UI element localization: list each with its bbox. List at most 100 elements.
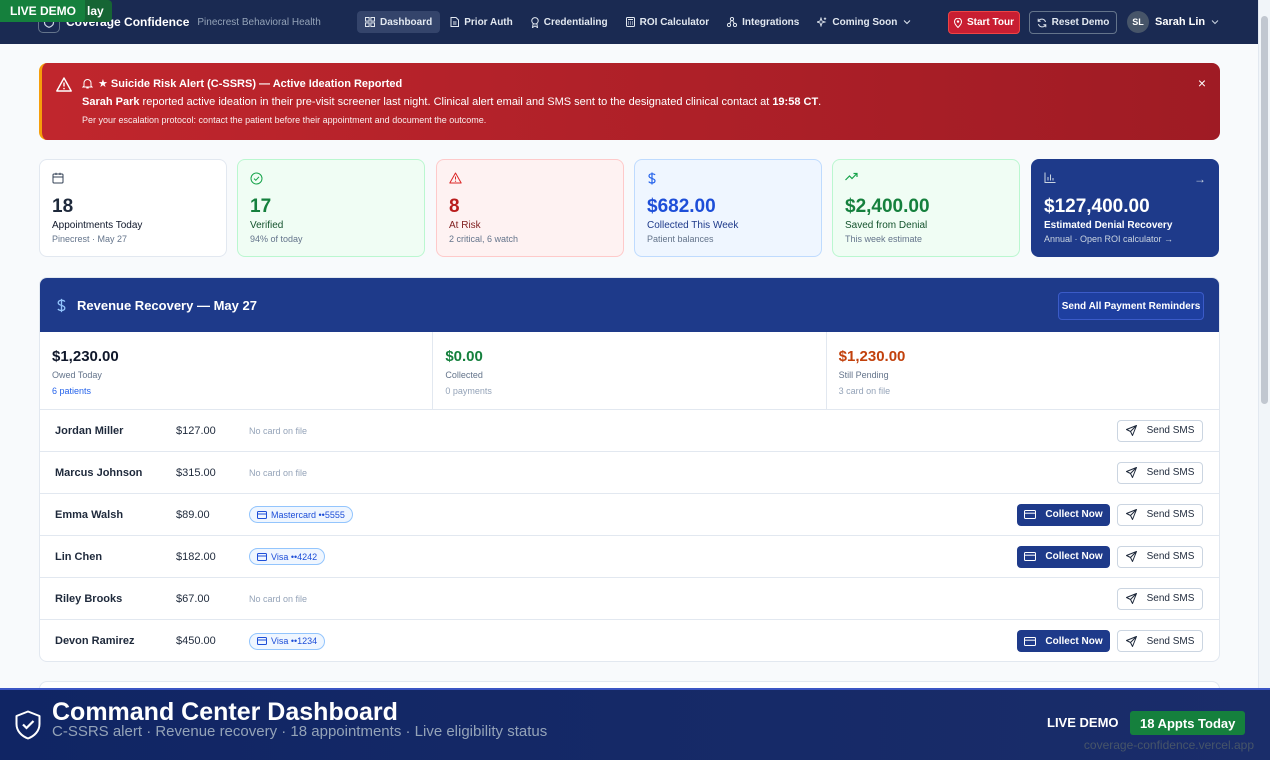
caption-live-label: LIVE DEMO [1047,715,1119,730]
card-label: Mastercard ••5555 [271,509,345,520]
stat-sub: 94% of today [250,234,303,244]
award-icon [531,16,539,28]
stat-label: Collected This Week [647,220,739,231]
stat-label: Verified [250,220,284,231]
send-sms-button[interactable]: Send SMS [1117,587,1203,610]
nav-item-label: Integrations [742,16,800,28]
patient-name: Marcus Johnson [55,466,143,479]
start-tour-button[interactable]: Start Tour [948,11,1020,34]
document-icon [450,17,460,27]
warning-icon [56,77,72,92]
send-icon [1125,467,1137,478]
send-sms-button[interactable]: Send SMS [1117,545,1203,568]
nav-item-coming-soon[interactable]: Coming Soon [809,11,920,33]
warning-icon [449,172,462,184]
card-label: Visa ••4242 [271,551,318,562]
stat-value: 17 [250,196,272,217]
table-row: Marcus Johnson $315.00 No card on file S… [40,452,1219,494]
summary-sub: 3 card on file [838,386,891,396]
stat-collected-this-week[interactable]: $682.00 Collected This Week Patient bala… [634,159,822,257]
stat-label: Estimated Denial Recovery [1044,220,1173,231]
reset-demo-label: Reset Demo [1051,17,1110,28]
collect-now-button[interactable]: Collect Now [1017,545,1110,568]
alert-body: Sarah Park reported active ideation in t… [82,96,821,108]
stat-estimated-denial-recovery[interactable]: → $127,400.00 Estimated Denial Recovery … [1031,159,1219,257]
credit-card-icon [1024,510,1037,519]
stat-label: Saved from Denial [845,220,928,231]
brand-org: Pinecrest Behavioral Health [197,16,321,28]
patients-link[interactable]: 6 patients [52,386,432,396]
credit-card-icon [257,552,267,561]
refresh-icon [1037,18,1046,27]
nav-item-prior-auth[interactable]: Prior Auth [442,11,521,33]
user-menu[interactable]: SL Sarah Lin [1127,11,1220,33]
reset-demo-button[interactable]: Reset Demo [1029,11,1117,34]
card-label: Visa ••1234 [271,636,318,646]
stat-value: 8 [449,196,460,217]
map-pin-icon [953,17,962,28]
nav-item-integrations[interactable]: Integrations [719,11,807,33]
send-sms-button[interactable]: Send SMS [1117,461,1203,484]
stat-at-risk[interactable]: 8 At Risk 2 critical, 6 watch [436,159,624,257]
avatar: SL [1127,11,1149,33]
collect-now-button[interactable]: Collect Now [1017,630,1110,652]
start-tour-label: Start Tour [966,17,1015,28]
summary-label: Collected [445,370,483,380]
send-sms-button[interactable]: Send SMS [1117,630,1203,652]
nav-item-label: Credentialing [543,16,608,28]
send-all-payment-reminders-button[interactable]: Send All Payment Reminders [1058,292,1204,320]
calculator-icon [625,17,635,27]
shield-check-icon [15,710,41,740]
close-icon[interactable]: × [1198,75,1206,91]
revenue-recovery-panel: Revenue Recovery — May 27 Send All Payme… [39,277,1220,662]
caption-url: coverage-confidence.vercel.app [1083,738,1254,752]
send-sms-label: Send SMS [1146,425,1195,436]
alert-body-text: reported active ideation in their pre-vi… [139,96,773,108]
nav-item-label: ROI Calculator [639,16,710,28]
send-sms-label: Send SMS [1146,635,1195,647]
alert-title: ★ Suicide Risk Alert (C-SSRS) — Active I… [82,77,402,90]
summary-owed-today: $1,230.00 Owed Today 6 patients [40,332,434,409]
stat-appointments-today[interactable]: 18 Appointments Today Pinecrest · May 27 [39,159,227,257]
appointments-badge: 18 Appts Today [1130,711,1246,735]
alert-body-end: . [818,96,822,108]
patient-name: Riley Brooks [55,592,123,605]
nav-item-label: Dashboard [380,16,433,28]
nav-item-dashboard[interactable]: Dashboard [357,11,441,33]
scrollbar-thumb[interactable] [1261,16,1268,404]
top-navbar: Coverage Confidence Pinecrest Behavioral… [0,0,1258,44]
patient-amount: $89.00 [176,508,210,521]
stat-sub: Annual · Open ROI calculator → [1044,234,1174,244]
table-row: Jordan Miller $127.00 No card on file Se… [40,410,1219,452]
suicide-risk-alert: ★ Suicide Risk Alert (C-SSRS) — Active I… [39,63,1220,140]
stat-verified[interactable]: 17 Verified 94% of today [237,159,425,257]
trending-up-icon [845,172,858,181]
revenue-recovery-title: Revenue Recovery — May 27 [77,297,257,313]
collect-now-button[interactable]: Collect Now [1017,503,1110,526]
network-icon [727,17,738,27]
revenue-recovery-header: Revenue Recovery — May 27 Send All Payme… [40,278,1219,332]
send-sms-button[interactable]: Send SMS [1117,503,1203,526]
bell-icon [82,79,93,89]
nav-item-roi-calculator[interactable]: ROI Calculator [618,11,717,33]
scrollbar[interactable] [1258,0,1270,688]
patient-amount: $127.00 [176,424,216,437]
collect-now-label: Collect Now [1045,635,1103,647]
send-sms-button[interactable]: Send SMS [1117,419,1203,442]
stat-sub: Patient balances [647,234,714,244]
send-sms-label: Send SMS [1146,551,1195,562]
summary-value: $1,230.00 [52,348,119,365]
stat-saved-from-denial[interactable]: $2,400.00 Saved from Denial This week es… [832,159,1020,257]
chevron-down-icon [1211,20,1219,25]
send-sms-label: Send SMS [1146,467,1195,478]
send-icon [1125,509,1137,520]
patient-amount: $315.00 [176,466,216,479]
collect-now-label: Collect Now [1045,509,1103,520]
alert-protocol: Per your escalation protocol: contact th… [82,115,487,125]
summary-collected: $0.00 Collected 0 payments [433,332,827,409]
patient-name: Lin Chen [55,550,103,563]
stat-value: 18 [52,196,74,217]
card-on-file-badge: Mastercard ••5555 [249,506,353,523]
nav-item-credentialing[interactable]: Credentialing [523,11,616,33]
live-demo-tag: LIVE DEMO lay [0,0,112,22]
